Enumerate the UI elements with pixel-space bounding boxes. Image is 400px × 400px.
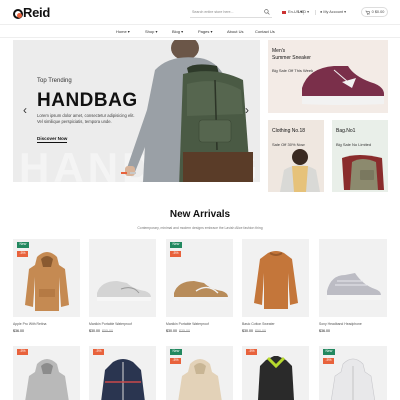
nav-item-about[interactable]: About Us (227, 29, 243, 34)
search-placeholder: Search entire store here... (192, 10, 234, 14)
product-price: $30.00 $50.00 (242, 329, 266, 333)
product-name[interactable]: Manikin Portable Waterproof (166, 322, 209, 326)
chevron-down-icon: ▾ (344, 10, 346, 14)
sneaker-banner[interactable]: Men's Summer Sneaker Big Sale Off This W… (268, 40, 388, 113)
clothing-banner[interactable]: Clothing No.18 Sale Off 30% Now (268, 120, 324, 192)
product-image-grey-sneaker (97, 281, 151, 301)
user-icon: ● (320, 10, 323, 14)
product-card[interactable] (89, 239, 156, 317)
product-card[interactable]: -5% (89, 346, 156, 400)
nav-item-contact[interactable]: Contact Us (255, 29, 275, 34)
chevron-down-icon: ▾ (127, 29, 130, 34)
flag-icon (282, 10, 286, 14)
product-card[interactable] (242, 239, 309, 317)
search-input[interactable]: Search entire store here... (190, 8, 272, 18)
search-icon[interactable] (264, 9, 270, 15)
new-badge: New (323, 349, 335, 355)
account-label: My Account (323, 10, 343, 14)
bag-image (342, 155, 384, 190)
sneaker-image (302, 66, 384, 105)
prev-slide-icon[interactable]: ‹ (23, 104, 27, 116)
logo-text: Reid (23, 5, 50, 20)
nav-item-home[interactable]: Home ▾ (116, 29, 130, 34)
product-image-orange-sweater (254, 251, 298, 309)
slider-pagination (121, 172, 136, 174)
product-card[interactable]: New -5% (166, 239, 233, 317)
nav-item-shop[interactable]: Shop ▾ (145, 29, 157, 34)
product-name[interactable]: Sony Headband Headphone (319, 322, 362, 326)
product-price: $30.00 $35.00 (166, 329, 190, 333)
header-divider (315, 10, 316, 15)
product-image-white-sneaker (327, 273, 381, 300)
product-image-navy-jacket (101, 359, 145, 400)
product-image-tan-sneaker (174, 281, 228, 301)
currency-select[interactable]: USD ▾ (298, 10, 309, 15)
product-price: $36.00 (319, 329, 330, 333)
sale-badge: -5% (93, 349, 105, 355)
product-price: $30.00 $55.00 (89, 329, 113, 333)
sale-badge: -5% (170, 251, 182, 257)
nav-item-pages[interactable]: Pages ▾ (198, 29, 212, 34)
clothing-image (280, 149, 320, 192)
logo-mark-icon (13, 8, 23, 19)
bag-banner-title: Bag.No1 (336, 128, 356, 134)
hero-backpack-image (125, 40, 253, 182)
clothing-banner-subtitle: Sale Off 30% Now (272, 142, 305, 147)
hero-slider: HANDBAG Top Trending HANDBAG Lorem ipsum… (13, 40, 260, 182)
cart-icon (365, 10, 370, 15)
new-badge: New (17, 242, 29, 248)
chevron-down-icon: ▾ (210, 29, 213, 34)
product-card[interactable]: New -5% (319, 346, 387, 400)
new-arrivals-title: New Arrivals (169, 209, 231, 220)
bag-banner-subtitle: Big Sale No Limited (336, 142, 372, 147)
discover-now-button[interactable]: Discover Now (37, 136, 68, 143)
product-image-beige-hoodie (178, 359, 222, 400)
product-image-tan-hoodie (25, 252, 69, 311)
product-name[interactable]: Manikin Portable Waterproof (89, 322, 132, 326)
slide-dot-1[interactable] (121, 172, 127, 174)
main-nav: Home ▾ Shop ▾ Blog ▾ Pages ▾ About Us Co… (0, 24, 400, 38)
chevron-down-icon: ▾ (181, 29, 184, 34)
top-bar: Reid Search entire store here... En-US ▾… (0, 0, 400, 24)
product-price: $36.00 (13, 329, 24, 333)
next-slide-icon[interactable]: › (245, 104, 249, 116)
new-arrivals-subtitle: Contemporary, minimal and modern designs… (137, 226, 263, 230)
hero-description: Lorem ipsum dolor amet, consectetur adip… (37, 113, 135, 124)
cart-total: 0 $0.00 (371, 10, 385, 14)
cart-button[interactable]: 0 $0.00 (361, 7, 388, 17)
hero-title: HANDBAG (37, 90, 138, 111)
chevron-down-icon: ▾ (307, 10, 309, 14)
product-image-white-jacket (331, 358, 375, 400)
product-card[interactable]: -5% (242, 346, 309, 400)
clothing-banner-title: Clothing No.18 (272, 128, 306, 134)
product-name[interactable]: Basic Cotton Sweater (242, 322, 275, 326)
chevron-down-icon: ▾ (155, 29, 158, 34)
nav-item-blog[interactable]: Blog ▾ (172, 29, 183, 34)
slide-dot-2[interactable] (130, 172, 136, 174)
currency-label: USD (298, 10, 307, 14)
bag-banner[interactable]: Bag.No1 Big Sale No Limited (332, 120, 388, 192)
product-card[interactable]: New -5% (13, 239, 80, 317)
product-image-black-vest (258, 356, 294, 400)
new-badge: New (170, 349, 182, 355)
site-logo[interactable]: Reid (13, 5, 50, 20)
product-card[interactable] (319, 239, 387, 317)
new-badge: New (170, 242, 182, 248)
product-card[interactable]: New -5% (166, 346, 233, 400)
sale-badge: -5% (17, 349, 29, 355)
account-menu[interactable]: ● My Account ▾ (320, 10, 346, 15)
product-name[interactable]: Apple Pro With Retina (13, 322, 46, 326)
hero-subtitle: Top Trending (37, 78, 72, 84)
product-image-grey-hoodie (25, 359, 69, 400)
product-card[interactable]: -5% (13, 346, 80, 400)
